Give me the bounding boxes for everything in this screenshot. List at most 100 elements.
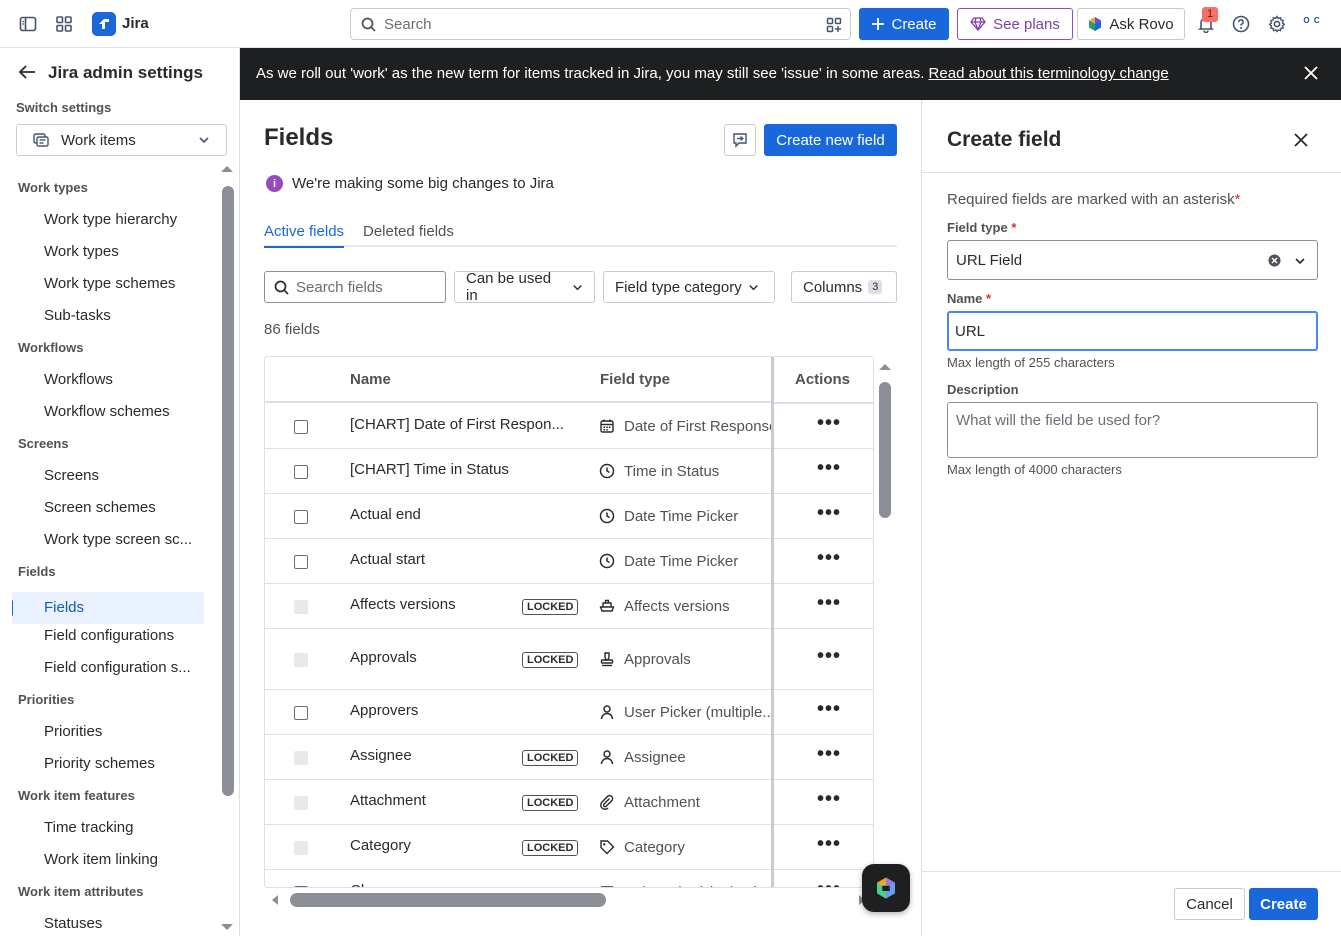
field-type-value: URL Field [956,252,1023,269]
create-button[interactable]: Create [859,8,949,40]
sidebar-item-priority-schemes[interactable]: Priority schemes [0,752,204,784]
sidebar-item-time-tracking[interactable]: Time tracking [0,816,204,848]
sidebar-item-workflows[interactable]: Workflows [0,368,204,400]
app-name[interactable]: Jira [122,15,149,32]
rovo-chat-button[interactable] [862,864,910,912]
row-checkbox[interactable] [294,885,308,887]
column-header-name[interactable]: Name [350,371,391,388]
sidebar-item-statuses[interactable]: Statuses [0,912,204,936]
locked-lozenge: LOCKED [522,749,579,766]
column-header-field-type[interactable]: Field type [600,371,670,388]
field-name[interactable]: Actual end [350,506,421,523]
field-name[interactable]: Category [350,837,411,854]
field-name[interactable]: Actual start [350,551,425,568]
more-actions-icon[interactable]: ••• [817,547,841,570]
field-name[interactable]: [CHART] Date of First Respon... [350,416,564,433]
gear-icon[interactable] [1265,12,1289,36]
switch-settings-select[interactable]: Work items [16,124,227,156]
close-icon[interactable] [1304,66,1318,80]
global-search-input[interactable]: Search [350,8,851,40]
columns-count-badge: 3 [868,280,883,294]
row-checkbox[interactable] [294,509,308,524]
field-type-name: Approvals [624,650,691,668]
sidebar-item-work-item-linking[interactable]: Work item linking [0,848,204,880]
panel-footer-divider [922,871,1341,872]
sidebar-item-sub-tasks[interactable]: Sub-tasks [0,304,204,336]
sidebar-item-field-configuration-s[interactable]: Field configuration s... [0,656,204,688]
field-name[interactable]: [CHART] Time in Status [350,461,509,478]
search-fields-input[interactable]: Search fields [264,271,446,303]
jira-logo-icon[interactable] [92,12,116,36]
can-be-used-in-filter[interactable]: Can be used in [454,270,595,304]
clear-icon[interactable] [1268,254,1281,267]
columns-button[interactable]: Columns 3 [791,271,897,303]
sidebar-item-priorities[interactable]: Priorities [0,720,204,752]
create-button-label: Create [891,15,937,33]
row-divider [774,734,873,735]
tab-deleted-fields[interactable]: Deleted fields [363,223,454,246]
more-actions-icon[interactable]: ••• [817,592,841,615]
field-type-select[interactable]: URL Field [947,240,1318,280]
row-checkbox[interactable] [294,705,308,720]
sidebar-toggle-icon[interactable] [16,12,40,36]
create-field-submit-button[interactable]: Create [1249,888,1318,920]
table-vertical-scrollbar-thumb[interactable] [879,382,891,518]
see-plans-label: See plans [993,15,1060,33]
more-actions-icon[interactable]: ••• [817,502,841,525]
more-actions-icon[interactable]: ••• [817,878,841,888]
terminology-change-link[interactable]: Read about this terminology change [929,65,1169,82]
field-name[interactable]: Assignee [350,747,412,764]
field-name[interactable]: Approvals [350,649,417,666]
filter-icon[interactable] [826,17,842,33]
more-actions-icon[interactable]: ••• [817,788,841,811]
field-name[interactable]: Approvers [350,702,418,719]
table-scroll-left-icon[interactable] [270,894,280,906]
field-type-name: User Picker (multiple... [624,703,775,721]
name-label-text: Name [947,291,983,306]
row-checkbox[interactable] [294,554,308,569]
sidebar-item-screen-schemes[interactable]: Screen schemes [0,496,204,528]
row-checkbox[interactable] [294,419,308,434]
sidebar-item-work-type-screen-sc[interactable]: Work type screen sc... [0,528,204,560]
more-actions-icon[interactable]: ••• [817,833,841,856]
more-actions-icon[interactable]: ••• [817,743,841,766]
app-switcher-icon[interactable] [52,12,76,36]
help-icon[interactable] [1229,12,1253,36]
field-type-label: Field type * [947,220,1016,235]
field-type-category-filter[interactable]: Field type category [603,271,775,303]
field-type-cell: Select List (single ch... [599,884,774,887]
table-horizontal-scrollbar-thumb[interactable] [290,893,606,907]
see-plans-button[interactable]: See plans [957,8,1073,40]
field-name[interactable]: Change reason [350,882,453,888]
avatar[interactable]: O C [1300,13,1324,37]
field-name[interactable]: Affects versions [350,596,456,613]
sidebar-item-work-type-hierarchy[interactable]: Work type hierarchy [0,208,204,240]
name-input[interactable]: URL [947,311,1318,351]
sidebar-item-work-type-schemes[interactable]: Work type schemes [0,272,204,304]
create-new-field-button[interactable]: Create new field [764,124,897,156]
more-actions-icon[interactable]: ••• [817,645,841,668]
chevron-down-icon [748,282,759,293]
sidebar-item-screens[interactable]: Screens [0,464,204,496]
more-actions-icon[interactable]: ••• [817,457,841,480]
sidebar-item-work-types[interactable]: Work types [0,240,204,272]
more-actions-icon[interactable]: ••• [817,412,841,435]
more-actions-icon[interactable]: ••• [817,698,841,721]
row-checkbox[interactable] [294,464,308,479]
cancel-button[interactable]: Cancel [1174,888,1245,920]
sidebar-item-workflow-schemes[interactable]: Workflow schemes [0,400,204,432]
row-divider [774,448,873,449]
chevron-down-icon[interactable] [1294,255,1306,267]
ask-rovo-button[interactable]: Ask Rovo [1077,8,1185,40]
feedback-button[interactable] [724,124,756,156]
close-icon[interactable] [1294,133,1308,147]
sidebar-item-field-configurations[interactable]: Field configurations [0,624,204,656]
info-message-text: We're making some big changes to Jira [292,175,554,192]
description-textarea[interactable]: What will the field be used for? [947,402,1318,458]
row-checkbox [294,652,308,667]
tab-active-fields[interactable]: Active fields [264,223,345,248]
back-arrow-icon[interactable] [18,64,38,80]
field-name[interactable]: Attachment [350,792,426,809]
sidebar-scrollbar-thumb[interactable] [222,186,234,796]
sidebar-item-fields[interactable]: Fields [12,592,204,624]
